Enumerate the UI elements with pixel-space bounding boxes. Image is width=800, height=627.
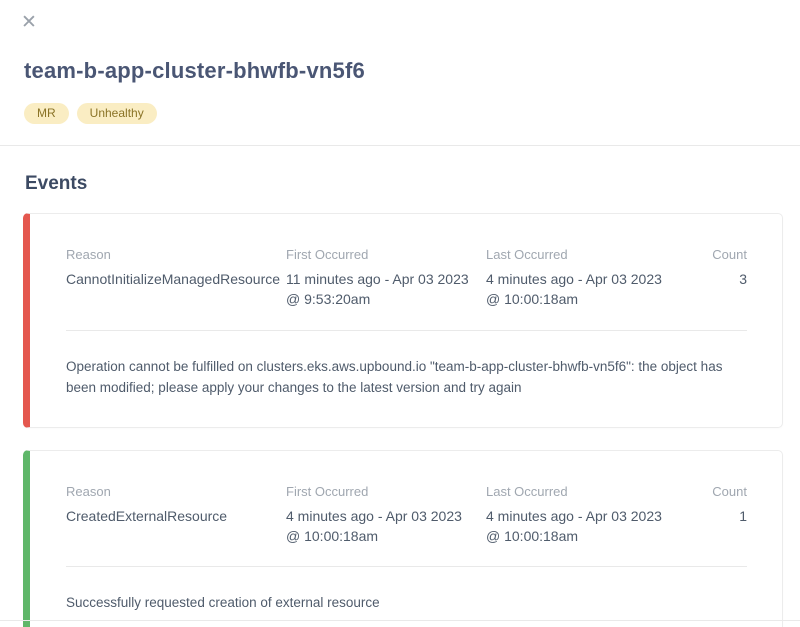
event-header-row: Reason CreatedExternalResource First Occ…: [66, 484, 747, 547]
card-divider: [66, 566, 747, 567]
event-header-row: Reason CannotInitializeManagedResource F…: [66, 247, 747, 310]
last-occurred-value: 4 minutes ago - Apr 03 2023 @ 10:00:18am: [486, 506, 672, 547]
reason-value: CreatedExternalResource: [66, 506, 272, 526]
reason-cell: Reason CannotInitializeManagedResource: [66, 247, 286, 310]
page-title: team-b-app-cluster-bhwfb-vn5f6: [24, 58, 365, 84]
count-column-label: Count: [686, 247, 747, 262]
last-occurred-cell: Last Occurred 4 minutes ago - Apr 03 202…: [486, 247, 686, 310]
first-occurred-cell: First Occurred 4 minutes ago - Apr 03 20…: [286, 484, 486, 547]
first-occurred-value: 11 minutes ago - Apr 03 2023 @ 9:53:20am: [286, 269, 472, 310]
status-badge-health: Unhealthy: [77, 103, 157, 124]
badge-row: MR Unhealthy: [24, 103, 157, 124]
count-value: 1: [686, 506, 747, 526]
status-badge-kind: MR: [24, 103, 69, 124]
reason-cell: Reason CreatedExternalResource: [66, 484, 286, 547]
first-occurred-cell: First Occurred 11 minutes ago - Apr 03 2…: [286, 247, 486, 310]
resource-detail-panel: ✕ team-b-app-cluster-bhwfb-vn5f6 MR Unhe…: [0, 0, 800, 627]
last-occurred-column-label: Last Occurred: [486, 247, 672, 262]
count-value: 3: [686, 269, 747, 289]
first-occurred-value: 4 minutes ago - Apr 03 2023 @ 10:00:18am: [286, 506, 472, 547]
close-icon[interactable]: ✕: [18, 12, 40, 34]
reason-column-label: Reason: [66, 247, 272, 262]
card-divider: [66, 330, 747, 331]
bottom-divider: [0, 620, 800, 621]
first-occurred-column-label: First Occurred: [286, 484, 472, 499]
event-card-error: Reason CannotInitializeManagedResource F…: [23, 213, 783, 428]
events-section-title: Events: [25, 173, 87, 195]
count-cell: Count 3: [686, 247, 747, 310]
count-cell: Count 1: [686, 484, 747, 547]
event-card-success: Reason CreatedExternalResource First Occ…: [23, 450, 783, 627]
last-occurred-value: 4 minutes ago - Apr 03 2023 @ 10:00:18am: [486, 269, 672, 310]
count-column-label: Count: [686, 484, 747, 499]
reason-value: CannotInitializeManagedResource: [66, 269, 272, 289]
reason-column-label: Reason: [66, 484, 272, 499]
header-divider: [0, 145, 800, 146]
events-list: Reason CannotInitializeManagedResource F…: [23, 213, 783, 627]
event-message: Operation cannot be fulfilled on cluster…: [66, 356, 747, 399]
last-occurred-cell: Last Occurred 4 minutes ago - Apr 03 202…: [486, 484, 686, 547]
first-occurred-column-label: First Occurred: [286, 247, 472, 262]
event-message: Successfully requested creation of exter…: [66, 592, 747, 614]
last-occurred-column-label: Last Occurred: [486, 484, 672, 499]
